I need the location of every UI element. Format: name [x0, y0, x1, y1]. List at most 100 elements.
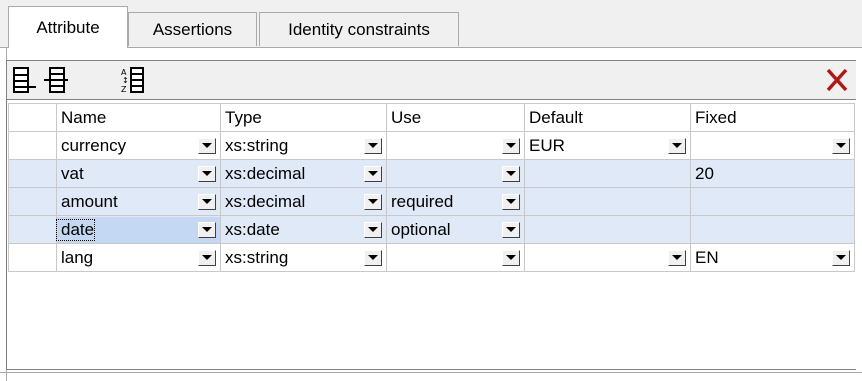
append-row-icon[interactable] — [9, 63, 41, 97]
svg-text:Z: Z — [121, 85, 127, 94]
fixed-cell[interactable]: EN — [690, 243, 855, 272]
name-value: lang — [61, 247, 94, 267]
default-value: EUR — [529, 135, 565, 155]
table-row: lang xs:string EN — [8, 243, 855, 272]
name-cell[interactable]: lang — [56, 243, 221, 272]
name-dropdown-button[interactable] — [198, 137, 216, 154]
fixed-value: 20 — [695, 163, 714, 183]
use-cell[interactable] — [386, 243, 525, 272]
bottom-border — [0, 372, 862, 373]
table-row: amount xs:decimal required — [8, 187, 855, 216]
tab-attribute[interactable]: Attribute — [8, 6, 128, 48]
use-dropdown-button[interactable] — [502, 193, 520, 210]
type-dropdown-button[interactable] — [364, 193, 382, 210]
dropdown-arrow-icon — [368, 255, 378, 260]
type-dropdown-button[interactable] — [364, 137, 382, 154]
name-cell[interactable]: date — [55, 215, 221, 244]
name-dropdown-button[interactable] — [198, 249, 216, 266]
fixed-cell[interactable] — [690, 215, 855, 244]
default-cell[interactable] — [524, 215, 691, 244]
dropdown-arrow-icon — [672, 255, 682, 260]
use-cell[interactable] — [386, 131, 525, 160]
name-dropdown-button[interactable] — [198, 193, 216, 210]
insert-row-icon[interactable] — [41, 63, 73, 97]
dropdown-arrow-icon — [202, 227, 212, 232]
tab-attribute-label: Attribute — [36, 17, 100, 37]
attribute-grid: Name Type Use Default Fixed currency xs:… — [8, 103, 855, 272]
tab-identity-constraints-label: Identity constraints — [288, 19, 430, 39]
use-dropdown-button[interactable] — [502, 165, 520, 182]
dropdown-arrow-icon — [368, 143, 378, 148]
dropdown-arrow-icon — [368, 171, 378, 176]
tab-bar: Attribute Assertions Identity constraint… — [0, 0, 862, 48]
type-cell[interactable]: xs:string — [220, 243, 387, 272]
dropdown-arrow-icon — [202, 255, 212, 260]
fixed-dropdown-button[interactable] — [832, 137, 850, 154]
type-value: xs:decimal — [225, 191, 306, 211]
column-header-type[interactable]: Type — [220, 103, 387, 132]
use-dropdown-button[interactable] — [502, 221, 520, 238]
dropdown-arrow-icon — [368, 227, 378, 232]
default-dropdown-button[interactable] — [668, 137, 686, 154]
column-header-fixed[interactable]: Fixed — [690, 103, 855, 132]
row-stub[interactable] — [8, 159, 57, 188]
row-stub-header — [8, 103, 57, 132]
default-dropdown-button[interactable] — [668, 249, 686, 266]
delete-x-icon[interactable] — [821, 63, 853, 97]
name-dropdown-button[interactable] — [198, 165, 216, 182]
row-stub[interactable] — [8, 187, 57, 216]
default-cell[interactable] — [524, 159, 691, 188]
name-dropdown-button[interactable] — [198, 221, 216, 238]
default-cell[interactable]: EUR — [524, 131, 691, 160]
type-cell[interactable]: xs:decimal — [220, 187, 387, 216]
dropdown-arrow-icon — [506, 171, 516, 176]
fixed-cell[interactable] — [690, 131, 855, 160]
type-dropdown-button[interactable] — [364, 221, 382, 238]
type-value: xs:date — [225, 219, 280, 239]
column-header-use[interactable]: Use — [386, 103, 525, 132]
column-header-name[interactable]: Name — [56, 103, 221, 132]
dropdown-arrow-icon — [202, 199, 212, 204]
type-cell[interactable]: xs:decimal — [220, 159, 387, 188]
row-stub[interactable] — [8, 243, 57, 272]
name-cell[interactable]: vat — [56, 159, 221, 188]
fixed-cell[interactable]: 20 — [690, 159, 855, 188]
name-value: date — [55, 218, 96, 241]
use-dropdown-button[interactable] — [502, 249, 520, 266]
dropdown-arrow-icon — [506, 255, 516, 260]
use-dropdown-button[interactable] — [502, 137, 520, 154]
use-value: optional — [391, 219, 451, 239]
header-row: Name Type Use Default Fixed — [8, 103, 855, 132]
tab-assertions[interactable]: Assertions — [128, 12, 257, 46]
type-cell[interactable]: xs:string — [220, 131, 387, 160]
type-value: xs:string — [225, 135, 289, 155]
type-dropdown-button[interactable] — [364, 249, 382, 266]
dropdown-arrow-icon — [506, 143, 516, 148]
name-cell[interactable]: currency — [56, 131, 221, 160]
use-cell[interactable] — [386, 159, 525, 188]
default-cell[interactable] — [524, 187, 691, 216]
row-stub[interactable] — [8, 215, 57, 244]
name-value: amount — [61, 191, 118, 211]
type-dropdown-button[interactable] — [364, 165, 382, 182]
row-stub[interactable] — [8, 131, 57, 160]
use-value: required — [391, 191, 454, 211]
tab-assertions-label: Assertions — [152, 19, 233, 39]
dropdown-arrow-icon — [836, 143, 846, 148]
dropdown-arrow-icon — [202, 143, 212, 148]
dropdown-arrow-icon — [836, 255, 846, 260]
fixed-dropdown-button[interactable] — [832, 249, 850, 266]
column-header-default[interactable]: Default — [524, 103, 691, 132]
type-cell[interactable]: xs:date — [220, 215, 387, 244]
type-value: xs:decimal — [225, 163, 306, 183]
dropdown-arrow-icon — [506, 227, 516, 232]
use-cell[interactable]: required — [386, 187, 525, 216]
default-cell[interactable] — [524, 243, 691, 272]
fixed-cell[interactable] — [690, 187, 855, 216]
dropdown-arrow-icon — [368, 199, 378, 204]
name-value: currency — [61, 135, 127, 155]
sort-icon[interactable]: A ↕ Z — [117, 63, 149, 97]
name-cell[interactable]: amount — [56, 187, 221, 216]
tab-identity-constraints[interactable]: Identity constraints — [259, 12, 459, 46]
use-cell[interactable]: optional — [386, 215, 525, 244]
